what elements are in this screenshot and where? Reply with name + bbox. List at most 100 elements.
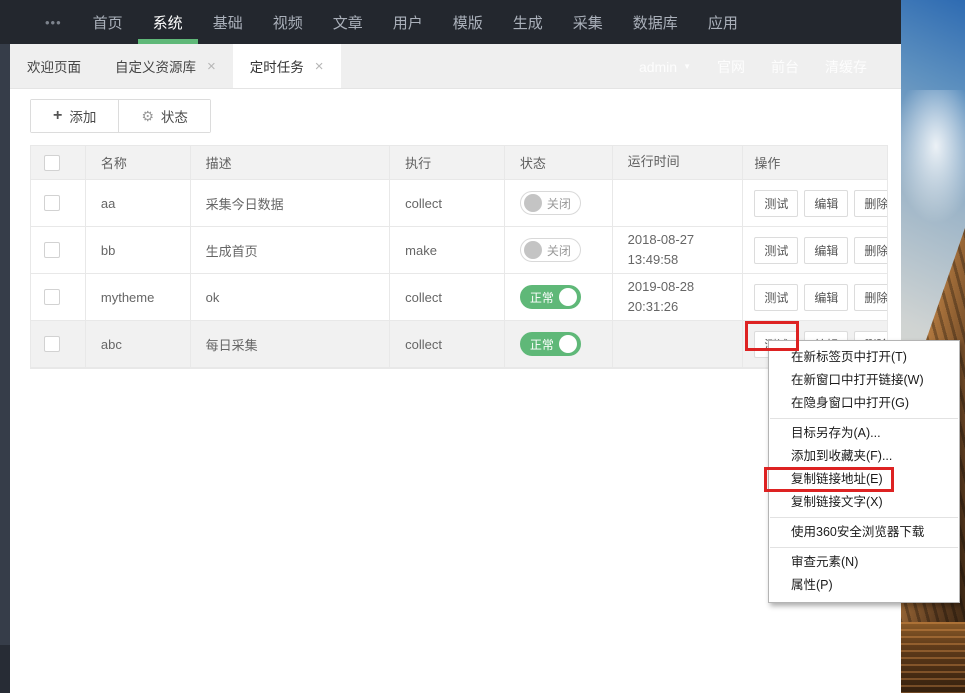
nav-items: 首页 系统 基础 视频 文章 用户 模版 生成 采集 数据库 应用 — [78, 0, 753, 44]
toggle-knob — [558, 288, 577, 306]
delete-button[interactable]: 删除 — [854, 283, 887, 311]
annotation-red-box — [745, 321, 799, 351]
status-button[interactable]: ⚙ 状态 — [118, 100, 210, 132]
collapsed-sidebar[interactable] — [0, 44, 10, 693]
table-header-row: 名称 描述 执行 状态 运行时间 操作 — [31, 146, 887, 180]
ellipsis-menu-icon[interactable]: ••• — [45, 15, 62, 30]
toggle-knob — [523, 241, 542, 259]
cell-name: abc — [86, 321, 191, 367]
menu-item-copy-link-text[interactable]: 复制链接文字(X) — [769, 491, 959, 514]
toggle-label: 关闭 — [546, 196, 571, 211]
user-links: admin ▼ 官网 前台 清缓存 — [639, 44, 867, 89]
menu-item-inspect-element[interactable]: 审查元素(N) — [769, 551, 959, 574]
select-all-checkbox[interactable] — [44, 154, 60, 171]
cell-name: mytheme — [86, 274, 191, 320]
menu-separator — [770, 547, 958, 548]
row-checkbox[interactable] — [44, 336, 60, 352]
test-button[interactable]: 测试 — [754, 189, 799, 217]
delete-button[interactable]: 删除 — [854, 189, 887, 217]
row-checkbox[interactable] — [44, 195, 60, 211]
cell-runtime — [613, 321, 744, 367]
status-toggle[interactable]: 正常 — [519, 332, 581, 356]
nav-item-basic[interactable]: 基础 — [198, 0, 258, 44]
cell-name: aa — [86, 180, 191, 226]
status-toggle[interactable]: 关闭 — [519, 191, 581, 215]
col-header-status: 状态 — [505, 146, 613, 179]
menu-item-properties[interactable]: 属性(P) — [769, 574, 959, 597]
tab-scheduled-tasks-label: 定时任务 — [249, 60, 304, 75]
tab-bar: 欢迎页面 自定义资源库 × 定时任务 × admin ▼ 官网 前台 清缓存 — [10, 44, 901, 89]
nav-item-home[interactable]: 首页 — [78, 0, 138, 44]
nav-item-database[interactable]: 数据库 — [618, 0, 693, 44]
username: admin — [638, 58, 678, 75]
cell-name: bb — [86, 227, 191, 273]
wallpaper-water-streaks — [901, 622, 965, 693]
table-row: aa 采集今日数据 collect 关闭 测试 编辑 删除 — [31, 180, 887, 227]
edit-button[interactable]: 编辑 — [804, 189, 849, 217]
tab-welcome-label: 欢迎页面 — [27, 60, 81, 75]
col-header-name: 名称 — [86, 146, 191, 179]
menu-item-download-with-360[interactable]: 使用360安全浏览器下载 — [769, 521, 959, 544]
cell-desc: 生成首页 — [191, 227, 391, 273]
edit-button[interactable]: 编辑 — [804, 283, 849, 311]
tab-custom-resource[interactable]: 自定义资源库 × — [98, 44, 233, 88]
toggle-label: 正常 — [529, 337, 554, 352]
status-toggle[interactable]: 关闭 — [519, 238, 581, 262]
nav-item-video[interactable]: 视频 — [258, 0, 318, 44]
menu-item-add-to-favorites[interactable]: 添加到收藏夹(F)... — [769, 445, 959, 468]
link-official-site[interactable]: 官网 — [717, 57, 745, 77]
caret-down-icon: ▼ — [683, 62, 691, 71]
menu-item-copy-link-address[interactable]: 复制链接地址(E) — [764, 467, 959, 492]
menu-item-open-incognito[interactable]: 在隐身窗口中打开(G) — [769, 392, 959, 415]
nav-item-article[interactable]: 文章 — [318, 0, 378, 44]
row-checkbox[interactable] — [44, 289, 60, 305]
menu-separator — [770, 517, 958, 518]
menu-separator — [770, 418, 958, 419]
link-frontend[interactable]: 前台 — [771, 57, 799, 77]
menu-item-save-target-as[interactable]: 目标另存为(A)... — [769, 422, 959, 445]
test-button[interactable]: 测试 — [754, 283, 799, 311]
nav-item-app[interactable]: 应用 — [693, 0, 753, 44]
table-row: bb 生成首页 make 关闭 2018-08-27 13:49:58 测试 编… — [31, 227, 887, 274]
edit-button[interactable]: 编辑 — [804, 236, 849, 264]
cell-desc: 采集今日数据 — [191, 180, 391, 226]
close-icon[interactable]: × — [315, 59, 324, 74]
toggle-label: 关闭 — [546, 243, 571, 258]
col-header-runtime: 运行时间 — [613, 146, 744, 179]
user-menu[interactable]: admin ▼ — [639, 59, 691, 75]
col-header-actions: 操作 — [754, 156, 781, 171]
cell-exec: collect — [390, 274, 505, 320]
cell-runtime: 2018-08-27 13:49:58 — [613, 227, 744, 273]
cell-exec: make — [390, 227, 505, 273]
row-checkbox[interactable] — [44, 242, 60, 258]
menu-item-open-new-window[interactable]: 在新窗口中打开链接(W) — [769, 369, 959, 392]
nav-item-template[interactable]: 模版 — [438, 0, 498, 44]
wallpaper-cloud — [901, 90, 965, 230]
tab-welcome[interactable]: 欢迎页面 — [10, 44, 98, 88]
close-icon[interactable]: × — [207, 59, 216, 74]
tab-custom-resource-label: 自定义资源库 — [115, 60, 196, 75]
nav-item-system[interactable]: 系统 — [137, 0, 198, 44]
link-clear-cache[interactable]: 清缓存 — [825, 57, 867, 77]
cell-runtime — [613, 180, 744, 226]
cell-exec: collect — [390, 180, 505, 226]
tab-scheduled-tasks[interactable]: 定时任务 × — [232, 44, 341, 88]
delete-button[interactable]: 删除 — [854, 236, 887, 264]
nav-item-generate[interactable]: 生成 — [498, 0, 558, 44]
toggle-label: 正常 — [529, 290, 554, 305]
test-button[interactable]: 测试 — [754, 236, 799, 264]
status-toggle[interactable]: 正常 — [519, 285, 581, 309]
status-button-label: 状态 — [160, 110, 188, 125]
screen: ••• 首页 系统 基础 视频 文章 用户 模版 生成 采集 数据库 应用 欢迎… — [0, 0, 965, 693]
table-row: mytheme ok collect 正常 2019-08-28 20:31:2… — [31, 274, 887, 321]
add-button[interactable]: + 添加 — [31, 100, 119, 132]
cell-runtime: 2019-08-28 20:31:26 — [613, 274, 744, 320]
col-header-desc: 描述 — [191, 146, 391, 179]
annotation-red-box — [764, 467, 894, 492]
col-header-exec: 执行 — [390, 146, 505, 179]
nav-item-user[interactable]: 用户 — [378, 0, 438, 44]
cell-exec: collect — [390, 321, 505, 367]
cell-desc: 每日采集 — [191, 321, 391, 367]
toggle-knob — [558, 335, 577, 353]
nav-item-collect[interactable]: 采集 — [558, 0, 618, 44]
